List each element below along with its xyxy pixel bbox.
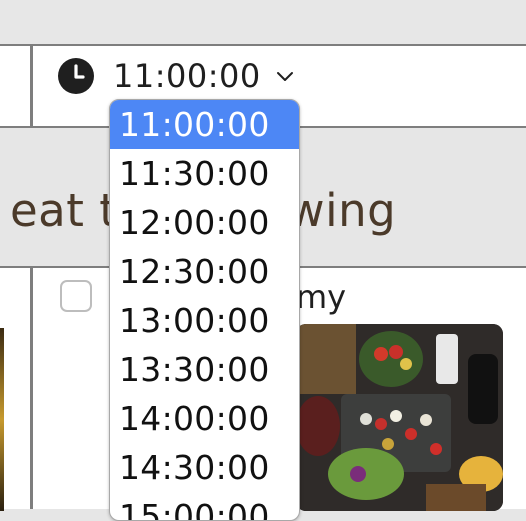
- time-dropdown-list[interactable]: 11:00:00 11:30:00 12:00:00 12:30:00 13:0…: [109, 99, 300, 521]
- time-option[interactable]: 13:30:00: [110, 345, 299, 394]
- left-image-edge: [0, 328, 4, 511]
- time-select-value: 11:00:00: [113, 57, 261, 95]
- time-select[interactable]: 11:00:00: [58, 56, 295, 96]
- chevron-down-icon: [275, 66, 295, 86]
- time-option[interactable]: 14:30:00: [110, 443, 299, 492]
- column-divider: [30, 46, 33, 126]
- time-option[interactable]: 12:30:00: [110, 247, 299, 296]
- time-option[interactable]: 15:00:00: [110, 492, 299, 520]
- clock-icon: [58, 58, 94, 94]
- food-platter-image: [296, 324, 503, 511]
- time-option[interactable]: 14:00:00: [110, 394, 299, 443]
- item-checkbox[interactable]: [60, 280, 92, 312]
- top-bar: [0, 0, 526, 44]
- time-option[interactable]: 12:00:00: [110, 198, 299, 247]
- time-option[interactable]: 13:00:00: [110, 296, 299, 345]
- item-label: my: [296, 278, 347, 316]
- time-option[interactable]: 11:00:00: [110, 100, 299, 149]
- time-option[interactable]: 11:30:00: [110, 149, 299, 198]
- column-divider: [30, 268, 33, 509]
